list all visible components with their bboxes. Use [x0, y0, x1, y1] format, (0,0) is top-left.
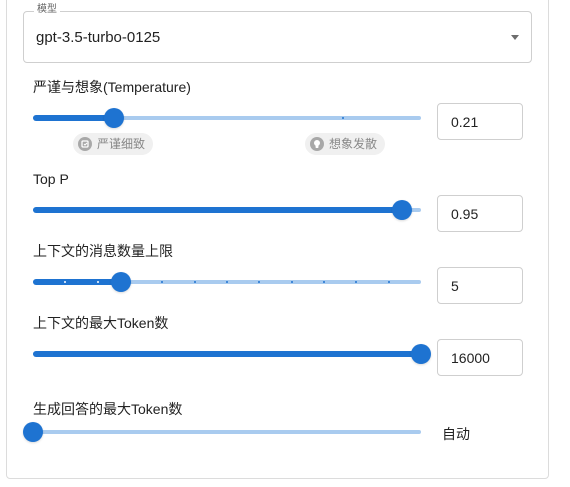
- temperature-hint-creative-label: 想象发散: [329, 137, 378, 151]
- temperature-input[interactable]: 0.21: [437, 103, 523, 140]
- top-p-input-value[interactable]: 0.95: [451, 206, 478, 222]
- temperature-slider-fill: [33, 115, 115, 121]
- context-limit-input[interactable]: 5: [437, 267, 523, 304]
- context-tokens-slider-fill: [33, 351, 421, 357]
- top-p-slider[interactable]: [33, 200, 421, 220]
- context-tokens-slider[interactable]: [33, 344, 431, 364]
- model-select-value[interactable]: gpt-3.5-turbo-0125: [36, 29, 160, 47]
- reply-tokens-label: 生成回答的最大Token数: [33, 401, 183, 417]
- reply-tokens-slider-thumb[interactable]: [23, 422, 43, 442]
- context-tokens-label: 上下文的最大Token数: [33, 315, 169, 331]
- top-p-slider-fill: [33, 207, 402, 213]
- reply-tokens-slider[interactable]: [23, 422, 421, 442]
- temperature-hint-creative: 想象发散: [305, 133, 386, 155]
- strict-mode-icon: [78, 137, 92, 151]
- reply-tokens-value: 自动: [442, 426, 470, 442]
- top-p-slider-thumb[interactable]: [391, 200, 412, 220]
- context-limit-input-value[interactable]: 5: [451, 278, 459, 294]
- temperature-slider[interactable]: [33, 108, 421, 128]
- context-limit-slider[interactable]: [33, 272, 421, 292]
- top-p-label: Top P: [33, 171, 69, 187]
- context-tokens-input-value[interactable]: 16000: [451, 350, 490, 366]
- slider-step-mark: [323, 281, 325, 283]
- slider-step-mark: [226, 281, 228, 283]
- slider-step-mark: [258, 281, 261, 283]
- slider-step-mark: [193, 281, 196, 283]
- temperature-slider-mark: [342, 117, 345, 119]
- model-select-legend: 模型: [34, 4, 60, 16]
- temperature-input-value[interactable]: 0.21: [451, 114, 478, 130]
- slider-step-mark: [355, 281, 358, 283]
- chevron-down-icon[interactable]: [511, 35, 519, 40]
- slider-step-mark: [290, 281, 293, 283]
- context-limit-slider-thumb[interactable]: [111, 272, 132, 292]
- context-limit-label: 上下文的消息数量上限: [33, 243, 173, 259]
- temperature-hint-strict-label: 严谨细致: [97, 137, 146, 151]
- context-tokens-input[interactable]: 16000: [437, 339, 523, 376]
- slider-step-mark: [96, 281, 99, 283]
- temperature-label: 严谨与想象(Temperature): [33, 79, 191, 95]
- slider-step-mark: [387, 281, 390, 283]
- context-tokens-slider-thumb[interactable]: [411, 344, 431, 364]
- slider-step-mark: [161, 281, 164, 283]
- temperature-hint-strict: 严谨细致: [73, 133, 154, 155]
- top-p-input[interactable]: 0.95: [437, 195, 523, 232]
- lightbulb-icon: [310, 137, 324, 151]
- context-limit-slider-fill: [33, 279, 122, 285]
